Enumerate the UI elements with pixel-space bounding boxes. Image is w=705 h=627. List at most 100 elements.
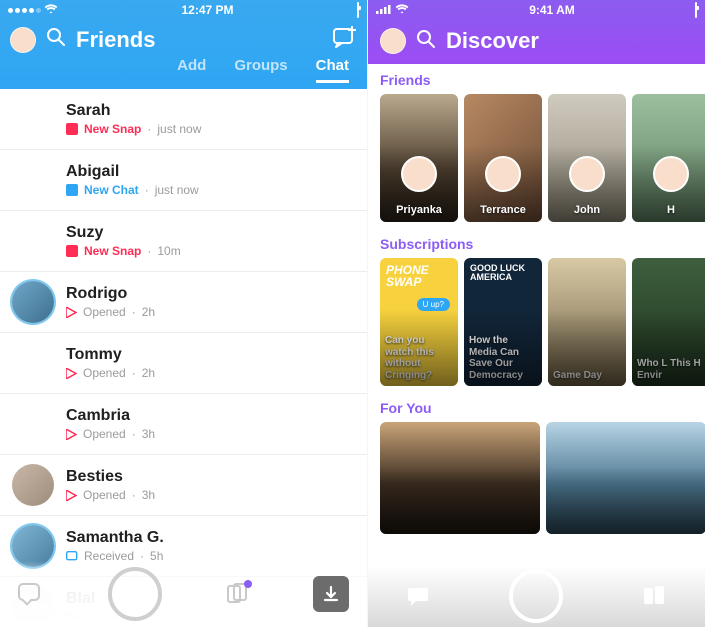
chat-name: Cambria (66, 407, 355, 425)
camera-shutter-button[interactable] (108, 567, 162, 621)
chat-row[interactable]: Sarah New Snap·just now (0, 89, 367, 150)
chat-status: Opened (83, 366, 126, 380)
for-you-card[interactable] (546, 422, 705, 534)
chat-status: Opened (83, 488, 126, 502)
friends-header: 12:47 PM Friends Add Groups Chat (0, 0, 367, 89)
chat-status: Opened (83, 427, 126, 441)
chat-name: Besties (66, 468, 355, 486)
chat-row[interactable]: Tommy Opened·2h (0, 333, 367, 394)
friend-story-card[interactable]: H (632, 94, 705, 222)
search-icon[interactable] (46, 27, 66, 52)
avatar (12, 98, 54, 140)
my-bitmoji-avatar[interactable] (10, 27, 36, 53)
bottom-bar (0, 561, 367, 627)
status-bar: 12:47 PM (0, 0, 367, 20)
for-you-section: For You (368, 392, 705, 540)
section-title: Friends (380, 72, 705, 88)
new-chat-icon[interactable] (333, 26, 357, 53)
new-snap-icon (66, 245, 78, 257)
page-title: Discover (446, 28, 693, 54)
tab-chat[interactable]: Chat (316, 57, 349, 83)
avatar (569, 156, 605, 192)
subscription-card[interactable]: Who L This H Envir (632, 258, 705, 386)
chat-name: Abigail (66, 163, 355, 181)
chat-time: 3h (142, 488, 155, 502)
avatar (401, 156, 437, 192)
chat-nav-icon[interactable] (407, 585, 431, 607)
camera-shutter-button[interactable] (509, 569, 563, 623)
avatar (653, 156, 689, 192)
discover-header: 9:41 AM Discover (368, 0, 705, 66)
chat-time: 3h (142, 427, 155, 441)
discover-screen: 9:41 AM Discover Friends Priyanka Terran… (368, 0, 705, 627)
avatar (12, 281, 54, 323)
chat-row[interactable]: Suzy New Snap·10m (0, 211, 367, 272)
download-button[interactable] (313, 576, 349, 612)
my-bitmoji-avatar[interactable] (380, 28, 406, 54)
friend-label: Priyanka (380, 204, 458, 216)
opened-snap-icon (66, 490, 77, 501)
friend-label: John (548, 204, 626, 216)
chat-time: 10m (157, 244, 180, 258)
status-time: 12:47 PM (181, 3, 233, 17)
signal-dots-icon (8, 8, 41, 13)
for-you-card[interactable] (380, 422, 540, 534)
friend-label: Terrance (464, 204, 542, 216)
new-chat-icon (66, 184, 78, 196)
friend-story-card[interactable]: Priyanka (380, 94, 458, 222)
chat-name: Samantha G. (66, 529, 355, 547)
chat-status: New Snap (84, 122, 141, 136)
discover-nav-icon[interactable] (642, 585, 666, 607)
subscription-card[interactable]: GOOD LUCK AMERICA How the Media Can Save… (464, 258, 542, 386)
status-bar: 9:41 AM (368, 0, 705, 20)
bottom-bar (368, 565, 705, 627)
avatar (12, 403, 54, 445)
chat-row[interactable]: Rodrigo Opened·2h (0, 272, 367, 333)
chat-status: New Chat (84, 183, 139, 197)
avatar (12, 464, 54, 506)
chat-time: 2h (142, 366, 155, 380)
new-snap-icon (66, 123, 78, 135)
friend-label: H (632, 204, 705, 216)
avatar (12, 220, 54, 262)
chat-status: Opened (83, 305, 126, 319)
section-title: Subscriptions (380, 236, 705, 252)
chat-row[interactable]: Abigail New Chat·just now (0, 150, 367, 211)
friends-tabs: Add Groups Chat (0, 57, 367, 89)
friends-section: Friends Priyanka Terrance John H (368, 64, 705, 228)
subscription-card[interactable]: Game Day (548, 258, 626, 386)
friend-story-card[interactable]: John (548, 94, 626, 222)
avatar (12, 159, 54, 201)
chat-status: New Snap (84, 244, 141, 258)
subscription-card[interactable]: PHONE SWAP U up? Can you watch this with… (380, 258, 458, 386)
tab-groups[interactable]: Groups (234, 57, 287, 83)
subscriptions-section: Subscriptions PHONE SWAP U up? Can you w… (368, 228, 705, 392)
opened-snap-icon (66, 368, 77, 379)
chat-nav-icon[interactable] (18, 583, 44, 605)
chat-name: Tommy (66, 346, 355, 364)
status-time: 9:41 AM (529, 3, 575, 17)
wifi-icon (44, 3, 58, 17)
chat-row[interactable]: Cambria Opened·3h (0, 394, 367, 455)
section-title: For You (380, 400, 705, 416)
search-icon[interactable] (416, 29, 436, 54)
battery-icon (695, 3, 697, 17)
chat-list: Sarah New Snap·just now Abigail New Chat… (0, 89, 367, 627)
chat-time: 2h (142, 305, 155, 319)
chat-name: Suzy (66, 224, 355, 242)
avatar (12, 342, 54, 384)
received-chat-icon (66, 551, 78, 562)
opened-snap-icon (66, 307, 77, 318)
chat-name: Sarah (66, 102, 355, 120)
page-title: Friends (76, 27, 323, 53)
signal-bars-icon (376, 3, 392, 17)
avatar (485, 156, 521, 192)
discover-nav-icon[interactable] (227, 583, 249, 605)
friend-story-card[interactable]: Terrance (464, 94, 542, 222)
battery-icon (357, 3, 359, 17)
chat-time: just now (155, 183, 199, 197)
chat-name: Rodrigo (66, 285, 355, 303)
chat-row[interactable]: Besties Opened·3h (0, 455, 367, 516)
chat-time: just now (157, 122, 201, 136)
tab-add[interactable]: Add (177, 57, 206, 83)
